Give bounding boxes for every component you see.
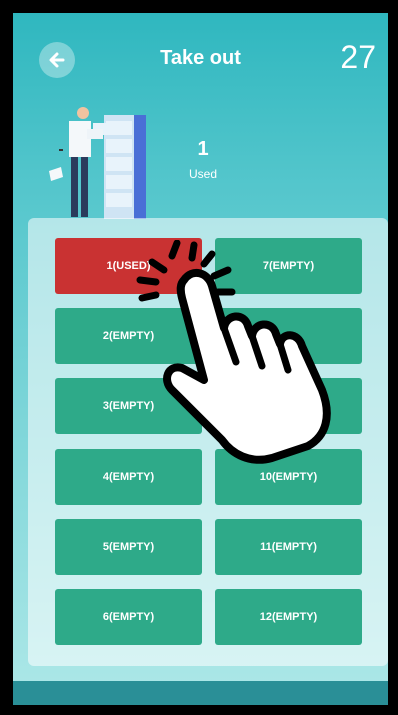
locker-7-button[interactable]: 7(EMPTY) bbox=[215, 238, 362, 294]
locker-label: 10(EMPTY) bbox=[259, 471, 318, 483]
locker-panel: 1(USED) 7(EMPTY) 2(EMPTY) 3(EMPTY) 4(EMP… bbox=[28, 218, 388, 666]
locker-3-button[interactable]: 3(EMPTY) bbox=[55, 378, 202, 434]
locker-label: 4(EMPTY) bbox=[102, 471, 155, 483]
app-screen: Take out 27 1 Used 1(USED) 7(EMPTY) 2(EM… bbox=[13, 13, 388, 705]
page-title: Take out bbox=[160, 47, 241, 69]
person-with-lockers-illustration bbox=[49, 107, 146, 219]
locker-label: 7(EMPTY) bbox=[262, 260, 315, 272]
locker-5-button[interactable]: 5(EMPTY) bbox=[55, 519, 202, 575]
used-label: Used bbox=[188, 167, 217, 181]
locker-label: 1(USED) bbox=[106, 260, 151, 272]
locker-1-button[interactable]: 1(USED) bbox=[55, 238, 202, 294]
locker-2-button[interactable]: 2(EMPTY) bbox=[55, 308, 202, 364]
locker-9-button[interactable] bbox=[215, 378, 362, 434]
locker-12-button[interactable]: 12(EMPTY) bbox=[215, 589, 362, 645]
locker-label: 3(EMPTY) bbox=[102, 400, 155, 412]
locker-10-button[interactable]: 10(EMPTY) bbox=[215, 449, 362, 505]
locker-8-button[interactable] bbox=[215, 308, 362, 364]
locker-label: 2(EMPTY) bbox=[102, 330, 155, 342]
locker-label: 12(EMPTY) bbox=[259, 611, 318, 623]
countdown-timer: 27 bbox=[340, 39, 376, 75]
locker-label: 5(EMPTY) bbox=[102, 541, 155, 553]
locker-label: 6(EMPTY) bbox=[102, 611, 155, 623]
locker-label: 11(EMPTY) bbox=[260, 541, 317, 553]
locker-11-button[interactable]: 11(EMPTY) bbox=[215, 519, 362, 575]
bottom-bar bbox=[13, 681, 388, 705]
locker-4-button[interactable]: 4(EMPTY) bbox=[55, 449, 202, 505]
header: Take out 27 bbox=[13, 13, 388, 103]
locker-6-button[interactable]: 6(EMPTY) bbox=[55, 589, 202, 645]
used-count: 1 bbox=[197, 138, 209, 160]
